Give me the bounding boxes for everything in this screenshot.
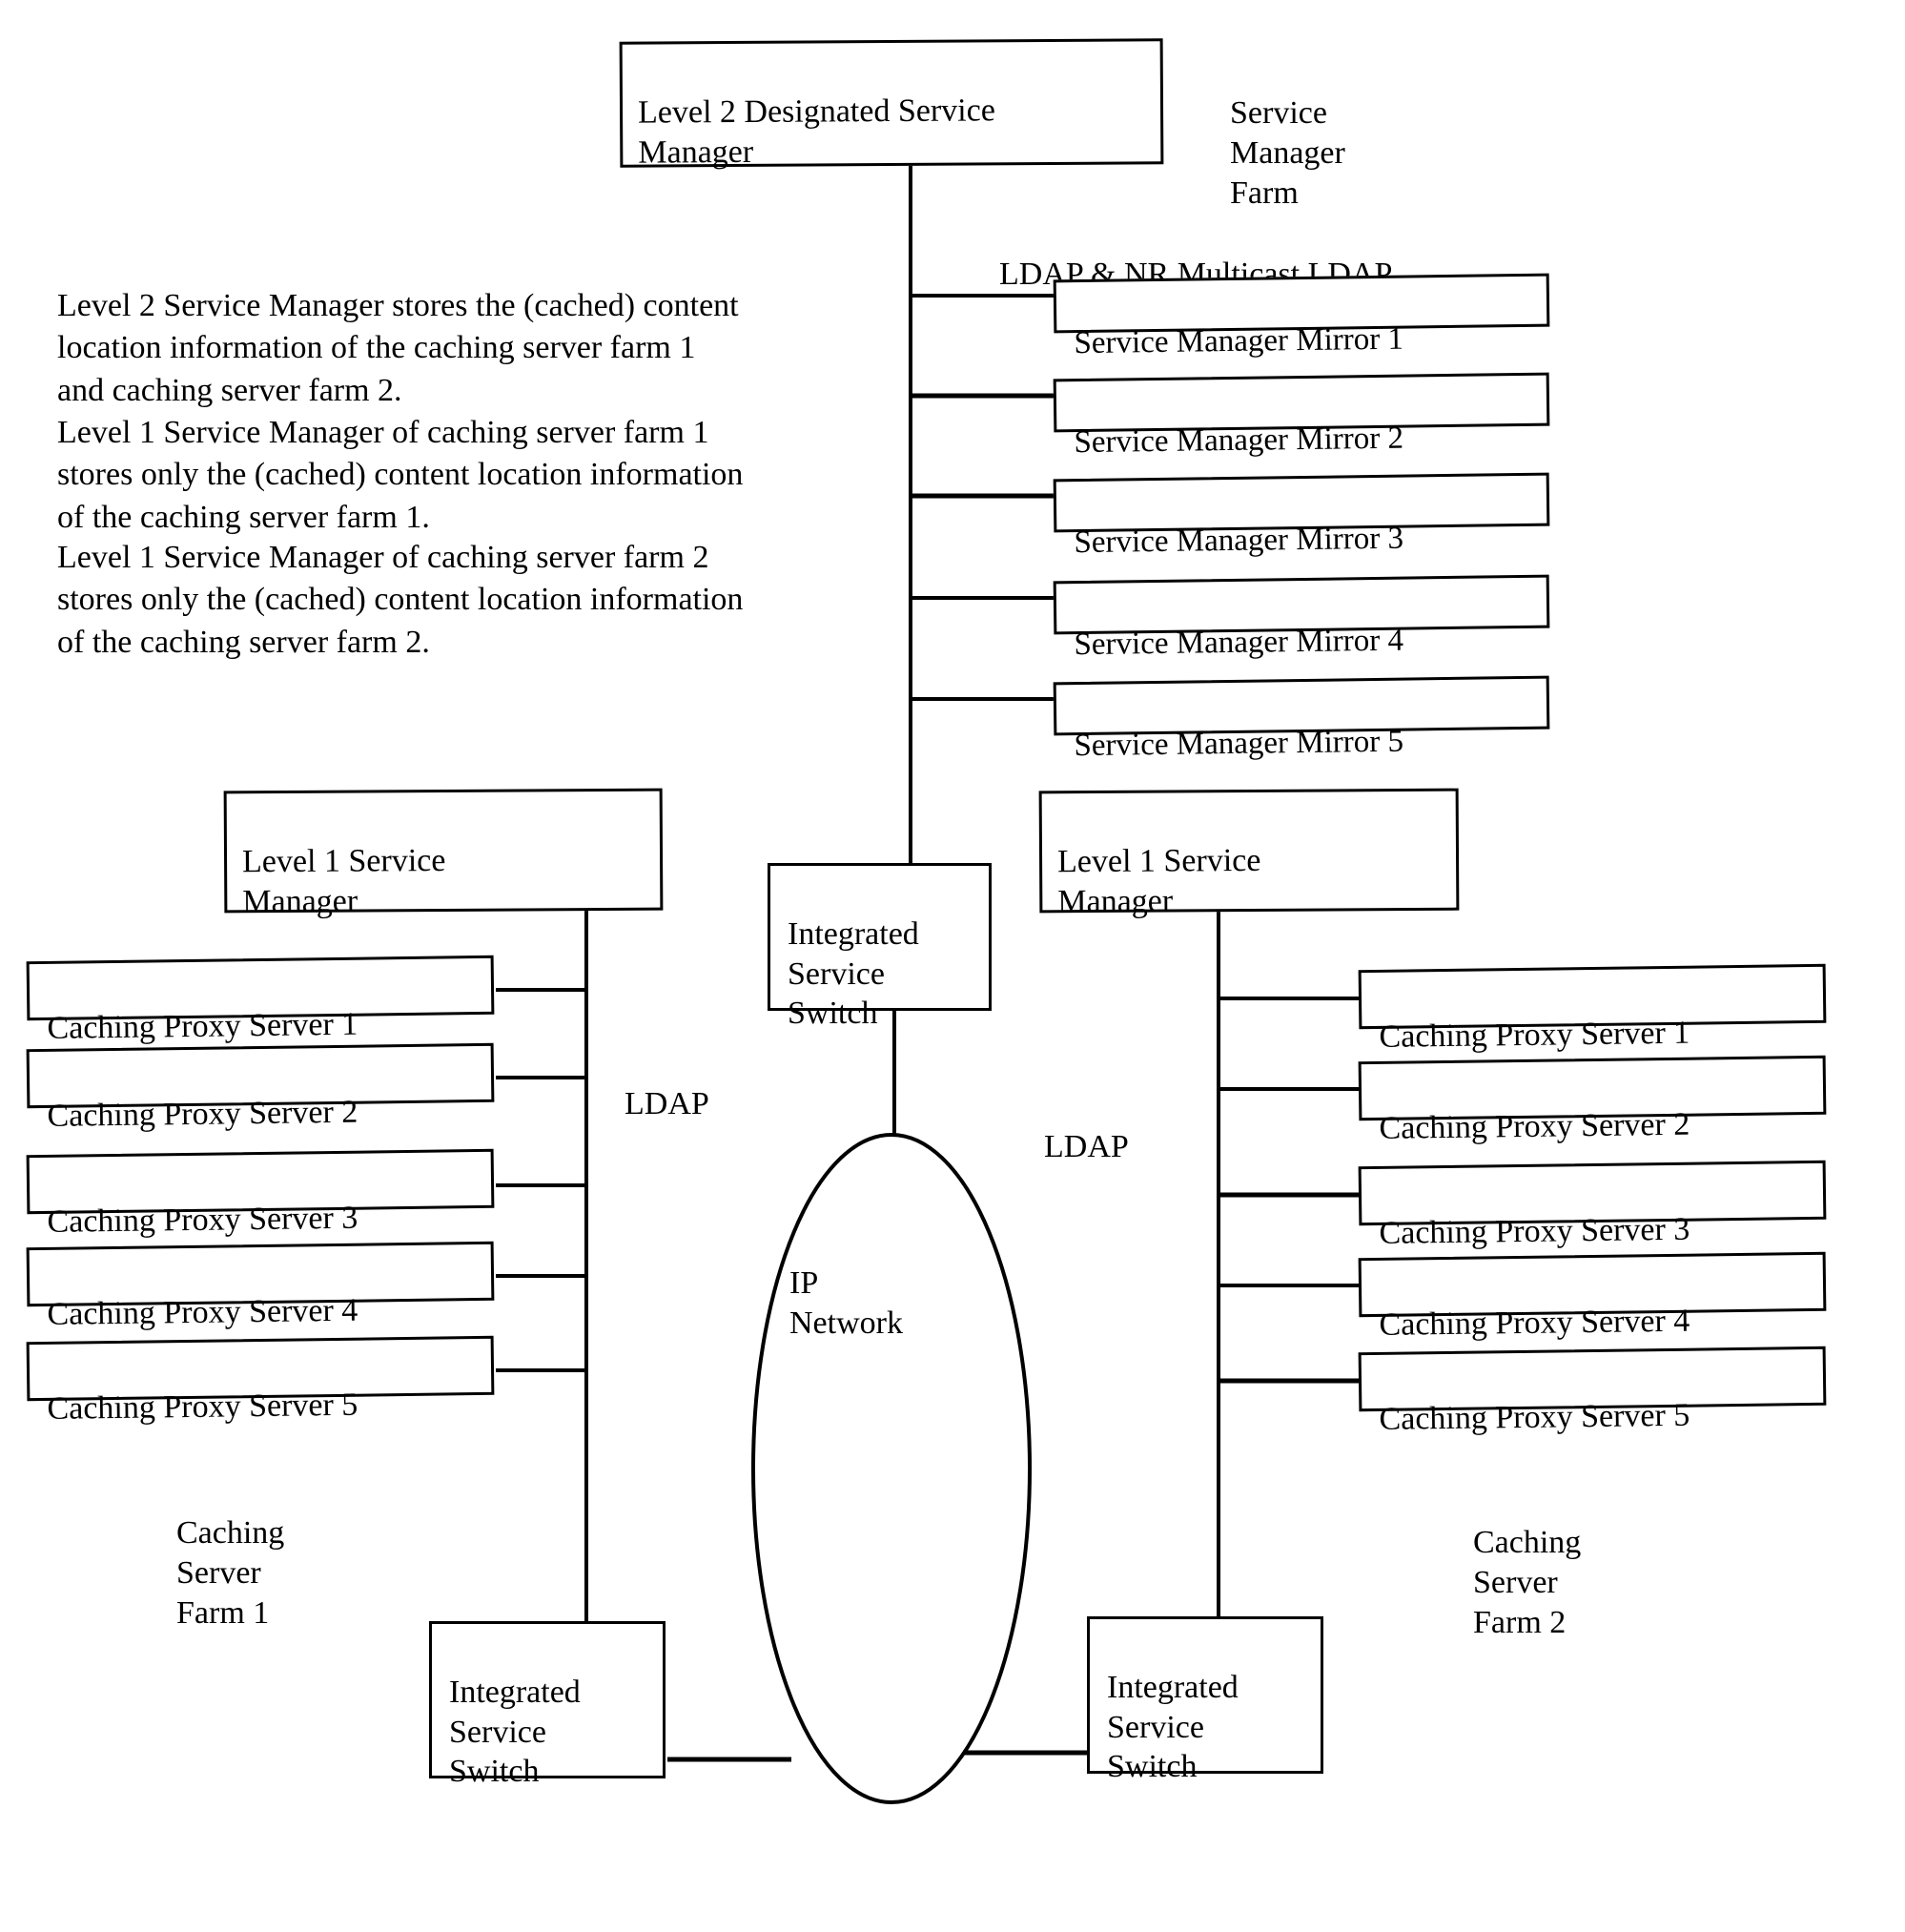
diagram-canvas: Level 2 Designated Service Manager Servi… [0,0,1905,1932]
integrated-service-switch-bottom-left-box[interactable]: Integrated Service Switch [429,1621,666,1789]
caching-proxy-server-right-2-label: Caching Proxy Server 2 [1379,1107,1690,1147]
caching-proxy-server-left-2-label: Caching Proxy Server 2 [47,1095,358,1135]
caching-proxy-server-right-5-box[interactable]: Caching Proxy Server 5 [1358,1346,1827,1437]
level-1-service-manager-right-label: Level 1 Service Manager [1056,843,1261,920]
description-paragraph-3-text: Level 1 Service Manager of caching serve… [57,540,744,660]
level-2-box-label: Level 2 Designated Service Manager [637,92,995,171]
caching-proxy-server-right-3-box[interactable]: Caching Proxy Server 3 [1358,1160,1827,1251]
caching-proxy-server-right-1-label: Caching Proxy Server 1 [1379,1016,1690,1056]
service-manager-farm-text: Service Manager Farm [1230,95,1345,212]
integrated-service-switch-bottom-left-label: Integrated Service Switch [449,1675,581,1790]
ldap-right-label: LDAP [1044,1087,1216,1167]
service-manager-mirror-2-label: Service Manager Mirror 2 [1074,421,1404,461]
caching-proxy-server-left-2-box[interactable]: Caching Proxy Server 2 [26,1042,495,1134]
level-2-designated-service-manager-box[interactable]: Level 2 Designated Service Manager [619,38,1164,171]
ldap-right-text: LDAP [1044,1129,1129,1165]
caching-proxy-server-left-3-box[interactable]: Caching Proxy Server 3 [26,1148,495,1240]
service-manager-mirror-3-box[interactable]: Service Manager Mirror 3 [1053,472,1550,560]
caching-proxy-server-right-4-label: Caching Proxy Server 4 [1379,1304,1690,1344]
caching-proxy-server-right-4-box[interactable]: Caching Proxy Server 4 [1358,1251,1827,1343]
integrated-service-switch-bottom-right-box[interactable]: Integrated Service Switch [1087,1616,1323,1784]
service-manager-mirror-2-box[interactable]: Service Manager Mirror 2 [1053,372,1550,460]
level-1-service-manager-right-box[interactable]: Level 1 Service Manager [1038,788,1460,919]
caching-proxy-server-left-3-label: Caching Proxy Server 3 [47,1201,358,1241]
caching-proxy-server-left-1-box[interactable]: Caching Proxy Server 1 [26,955,495,1046]
caching-proxy-server-left-4-label: Caching Proxy Server 4 [47,1293,358,1333]
caching-server-farm-1-text: Caching Server Farm 1 [176,1515,285,1632]
integrated-service-switch-bottom-right-label: Integrated Service Switch [1107,1670,1239,1785]
caching-proxy-server-left-5-box[interactable]: Caching Proxy Server 5 [26,1335,495,1427]
ip-network-label: IP Network [789,1223,1009,1345]
service-manager-mirror-4-label: Service Manager Mirror 4 [1074,623,1404,663]
service-manager-mirror-1-label: Service Manager Mirror 1 [1074,321,1404,361]
caching-proxy-server-right-3-label: Caching Proxy Server 3 [1379,1212,1690,1252]
service-manager-mirror-1-box[interactable]: Service Manager Mirror 1 [1053,273,1550,360]
integrated-service-switch-center-box[interactable]: Integrated Service Switch [768,863,992,1031]
ldap-left-label: LDAP [625,1044,796,1124]
caching-proxy-server-left-4-box[interactable]: Caching Proxy Server 4 [26,1241,495,1332]
caching-proxy-server-right-2-box[interactable]: Caching Proxy Server 2 [1358,1055,1827,1146]
caching-server-farm-2-text: Caching Server Farm 2 [1473,1525,1582,1641]
level-1-service-manager-left-label: Level 1 Service Manager [241,843,446,920]
integrated-service-switch-center-label: Integrated Service Switch [788,916,919,1032]
caching-proxy-server-right-1-box[interactable]: Caching Proxy Server 1 [1358,963,1827,1055]
caching-server-farm-1-label: Caching Server Farm 1 [176,1473,424,1634]
service-manager-mirror-5-box[interactable]: Service Manager Mirror 5 [1053,675,1550,763]
service-manager-mirror-3-label: Service Manager Mirror 3 [1074,521,1404,561]
ldap-left-text: LDAP [625,1086,709,1122]
caching-server-farm-2-label: Caching Server Farm 2 [1473,1483,1721,1644]
ip-network-text: IP Network [789,1264,903,1342]
service-manager-mirror-4-box[interactable]: Service Manager Mirror 4 [1053,574,1550,662]
level-1-service-manager-left-box[interactable]: Level 1 Service Manager [223,788,664,919]
caching-proxy-server-right-5-label: Caching Proxy Server 5 [1379,1398,1690,1438]
description-paragraph-3: Level 1 Service Manager of caching serve… [57,495,896,664]
caching-proxy-server-left-1-label: Caching Proxy Server 1 [47,1007,358,1047]
service-manager-mirror-5-label: Service Manager Mirror 5 [1074,724,1404,764]
service-manager-farm-label: Service Manager Farm [1230,53,1478,215]
caching-proxy-server-left-5-label: Caching Proxy Server 5 [47,1387,358,1428]
